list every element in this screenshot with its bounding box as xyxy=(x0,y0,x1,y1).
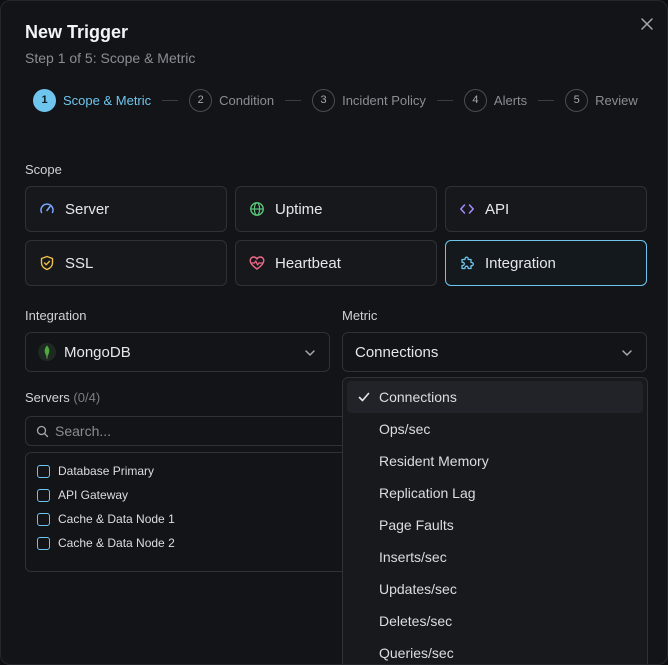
metric-label: Metric xyxy=(342,308,378,323)
step-2[interactable]: 2 Condition xyxy=(189,88,275,112)
metric-option[interactable]: Connections xyxy=(347,381,643,413)
scope-api-button[interactable]: API xyxy=(445,186,647,232)
step-separator xyxy=(436,99,453,101)
server-checkbox[interactable] xyxy=(37,536,50,550)
metric-option[interactable]: Ops/sec xyxy=(347,413,643,445)
metric-option[interactable]: Replication Lag xyxy=(347,477,643,509)
metric-option-label: Queries/sec xyxy=(379,645,454,661)
server-checkbox[interactable] xyxy=(37,488,50,502)
stepper: 1 Scope & Metric 2 Condition 3 Incident … xyxy=(33,88,638,112)
metric-option-label: Updates/sec xyxy=(379,581,457,597)
step-separator xyxy=(162,99,179,101)
scope-label-text: Heartbeat xyxy=(275,254,341,272)
scope-label-text: Uptime xyxy=(275,200,323,218)
metric-option-label: Page Faults xyxy=(379,517,454,533)
metric-option[interactable]: Updates/sec xyxy=(347,573,643,605)
server-checkbox[interactable] xyxy=(37,512,50,526)
servers-label: Servers (0/4) xyxy=(25,390,100,405)
metric-select[interactable]: Connections xyxy=(342,332,647,372)
server-name: Cache & Data Node 2 xyxy=(58,536,175,550)
scope-uptime-button[interactable]: Uptime xyxy=(235,186,437,232)
puzzle-icon xyxy=(459,255,475,271)
check-icon xyxy=(358,392,370,402)
step-5[interactable]: 5 Review xyxy=(565,88,638,112)
server-item[interactable]: API Gateway xyxy=(26,483,354,507)
server-checkbox[interactable] xyxy=(37,464,50,478)
server-item[interactable]: Cache & Data Node 2 xyxy=(26,531,354,555)
metric-option[interactable]: Inserts/sec xyxy=(347,541,643,573)
dialog-subtitle: Step 1 of 5: Scope & Metric xyxy=(25,50,196,66)
step-4[interactable]: 4 Alerts xyxy=(463,88,528,112)
scope-label-text: API xyxy=(485,200,510,218)
scope-label: Scope xyxy=(25,162,62,177)
server-name: Database Primary xyxy=(58,464,155,478)
close-button[interactable] xyxy=(638,15,656,33)
scope-server-button[interactable]: Server xyxy=(25,186,227,232)
server-search[interactable] xyxy=(25,416,355,446)
scope-label-text: Server xyxy=(65,200,110,218)
metric-option-label: Connections xyxy=(379,389,457,405)
mongodb-leaf-icon xyxy=(38,343,56,361)
servers-count: (0/4) xyxy=(73,390,101,405)
chevron-down-icon xyxy=(305,350,315,356)
step-3[interactable]: 3 Incident Policy xyxy=(312,88,426,112)
metric-option-label: Ops/sec xyxy=(379,421,431,437)
globe-icon xyxy=(249,201,265,217)
step-label: Scope & Metric xyxy=(63,92,152,108)
dialog-title: New Trigger xyxy=(25,22,129,42)
step-number: 2 xyxy=(189,88,213,112)
scope-heartbeat-button[interactable]: Heartbeat xyxy=(235,240,437,286)
metric-option-label: Replication Lag xyxy=(379,485,476,501)
gauge-icon xyxy=(39,201,55,217)
scope-integration-button[interactable]: Integration xyxy=(445,240,647,286)
server-item[interactable]: Database Primary xyxy=(26,459,354,483)
step-label: Alerts xyxy=(493,92,528,108)
server-name: API Gateway xyxy=(58,488,129,502)
search-icon xyxy=(36,425,49,437)
metric-option[interactable]: Page Faults xyxy=(347,509,643,541)
code-icon xyxy=(459,201,475,217)
metric-dropdown-menu: Connections Ops/sec Resident Memory Repl… xyxy=(342,377,648,664)
step-separator xyxy=(285,99,302,101)
heart-pulse-icon xyxy=(249,255,265,271)
server-item[interactable]: Cache & Data Node 1 xyxy=(26,507,354,531)
step-number: 4 xyxy=(463,88,487,112)
new-trigger-dialog: New Trigger Step 1 of 5: Scope & Metric … xyxy=(0,0,668,665)
servers-label-text: Servers xyxy=(25,390,70,405)
server-search-input[interactable] xyxy=(55,423,335,439)
step-number: 5 xyxy=(565,88,589,112)
scope-options: Server Uptime API SSL Heartbeat Integrat… xyxy=(25,186,647,286)
integration-label: Integration xyxy=(25,308,87,323)
step-1[interactable]: 1 Scope & Metric xyxy=(33,88,152,112)
chevron-down-icon xyxy=(622,350,632,356)
scope-ssl-button[interactable]: SSL xyxy=(25,240,227,286)
scope-label-text: Integration xyxy=(485,254,556,272)
step-label: Condition xyxy=(219,92,275,108)
shield-icon xyxy=(39,255,55,271)
server-name: Cache & Data Node 1 xyxy=(58,512,175,526)
metric-option[interactable]: Queries/sec xyxy=(347,637,643,664)
scope-label-text: SSL xyxy=(65,254,94,272)
integration-select[interactable]: MongoDB xyxy=(25,332,330,372)
step-separator xyxy=(538,99,555,101)
step-number: 1 xyxy=(33,88,56,112)
metric-option-label: Deletes/sec xyxy=(379,613,453,629)
metric-option-label: Resident Memory xyxy=(379,453,489,469)
integration-value: MongoDB xyxy=(64,343,131,361)
metric-option-label: Inserts/sec xyxy=(379,549,447,565)
metric-option[interactable]: Resident Memory xyxy=(347,445,643,477)
metric-value: Connections xyxy=(355,343,439,361)
step-label: Review xyxy=(595,92,638,108)
step-label: Incident Policy xyxy=(342,92,426,108)
step-number: 3 xyxy=(312,88,336,112)
server-list: Database Primary API Gateway Cache & Dat… xyxy=(25,452,355,572)
close-icon xyxy=(641,18,653,30)
metric-option[interactable]: Deletes/sec xyxy=(347,605,643,637)
